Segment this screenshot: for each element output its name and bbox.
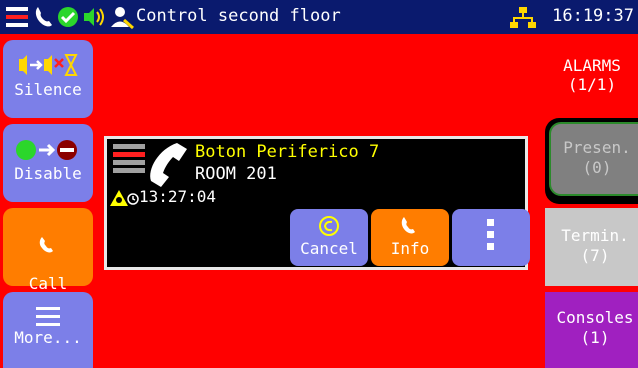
terminals-label: Termin.	[561, 226, 629, 245]
phone-handset-icon	[150, 143, 187, 187]
kebab-icon	[487, 219, 494, 250]
info-button[interactable]: Info	[371, 209, 449, 266]
speaker-icon	[84, 8, 104, 26]
disable-label: Disable	[14, 164, 82, 183]
check-icon	[58, 7, 78, 27]
more-actions-button[interactable]	[452, 209, 530, 266]
menu-icon[interactable]	[4, 4, 30, 30]
network-icon	[510, 7, 536, 28]
menu-icon	[36, 307, 60, 326]
alarms-label: ALARMS	[563, 56, 621, 75]
cancel-label: Cancel	[300, 239, 358, 258]
silence-icon	[19, 54, 78, 76]
cancel-icon	[319, 216, 339, 236]
active-call-panel[interactable]: Boton Periferico 7 ROOM 201 13:27:04 Can…	[104, 136, 530, 270]
consoles-label: Consoles	[556, 308, 634, 327]
info-label: Info	[390, 239, 430, 258]
cancel-button[interactable]: Cancel	[290, 209, 368, 266]
page-title: Control second floor	[136, 6, 341, 26]
call-info-button[interactable]: Call Info	[3, 208, 93, 312]
terminals-count: (7)	[580, 246, 610, 265]
tab-terminals[interactable]: Termin. (7)	[545, 208, 638, 286]
caller-name: Boton Periferico 7	[195, 142, 380, 162]
more-label: More...	[14, 328, 82, 347]
alarms-count: (1/1)	[567, 75, 617, 94]
caller-room: ROOM 201	[195, 164, 277, 184]
alarms-header: ALARMS (1/1)	[546, 56, 638, 94]
presence-label: Presen.	[563, 138, 631, 157]
more-button[interactable]: More...	[3, 292, 93, 368]
consoles-count: (1)	[580, 328, 610, 347]
tab-presence[interactable]: Presen. (0)	[545, 118, 638, 204]
disable-icon	[16, 140, 77, 160]
clock-icon	[127, 193, 139, 205]
phone-icon	[401, 217, 415, 234]
phone-icon	[39, 237, 53, 253]
bed-icon	[113, 144, 145, 173]
user-alert-icon	[111, 7, 134, 30]
disable-button[interactable]: Disable	[3, 124, 93, 202]
silence-button[interactable]: Silence	[3, 40, 93, 118]
presence-count: (0)	[582, 158, 612, 177]
silence-label: Silence	[14, 80, 82, 99]
alert-triangle-icon	[110, 190, 128, 206]
call-timestamp: 13:27:04	[139, 187, 217, 206]
clock-time: 16:19:37	[552, 6, 634, 26]
tab-consoles[interactable]: Consoles (1)	[545, 292, 638, 368]
status-bar: Control second floor 16:19:37	[0, 0, 638, 34]
phone-icon	[35, 7, 52, 27]
